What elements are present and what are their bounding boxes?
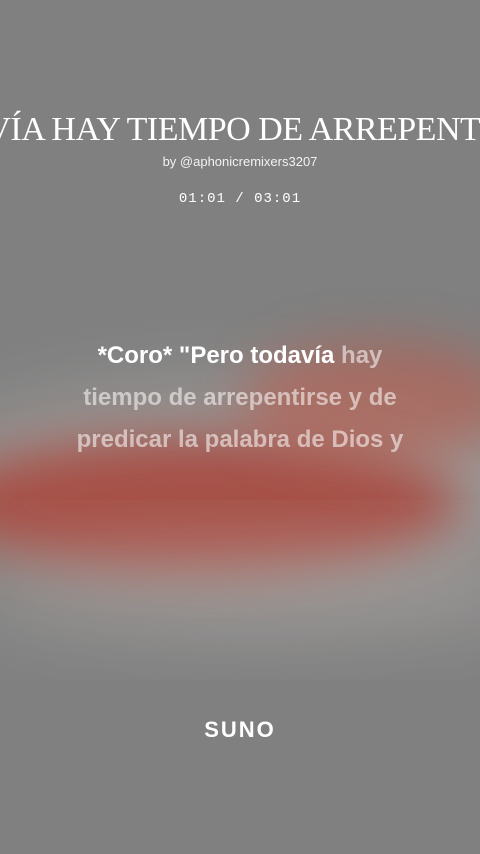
lyric-upcoming-text: hay [334, 342, 383, 369]
lyric-sung-text: *Coro* "Pero todavía [97, 342, 335, 369]
song-title-container: AVÍA HAY TIEMPO DE ARREPENTIR [0, 108, 480, 156]
artist-byline: by @aphonicremixers3207 [162, 154, 318, 169]
lyric-line-1: *Coro* "Pero todavía hay [30, 335, 450, 377]
lyrics-panel: *Coro* "Pero todavía hay tiempo de arrep… [30, 335, 450, 461]
playback-time: 01:01 / 03:01 [178, 191, 302, 207]
suno-logo: SUNO [204, 717, 276, 742]
song-title: AVÍA HAY TIEMPO DE ARREPENTIR [0, 111, 480, 148]
lyric-line-2: tiempo de arrepentirse y de [83, 384, 397, 411]
lyric-line-3: predicar la palabra de Dios y [76, 426, 404, 453]
